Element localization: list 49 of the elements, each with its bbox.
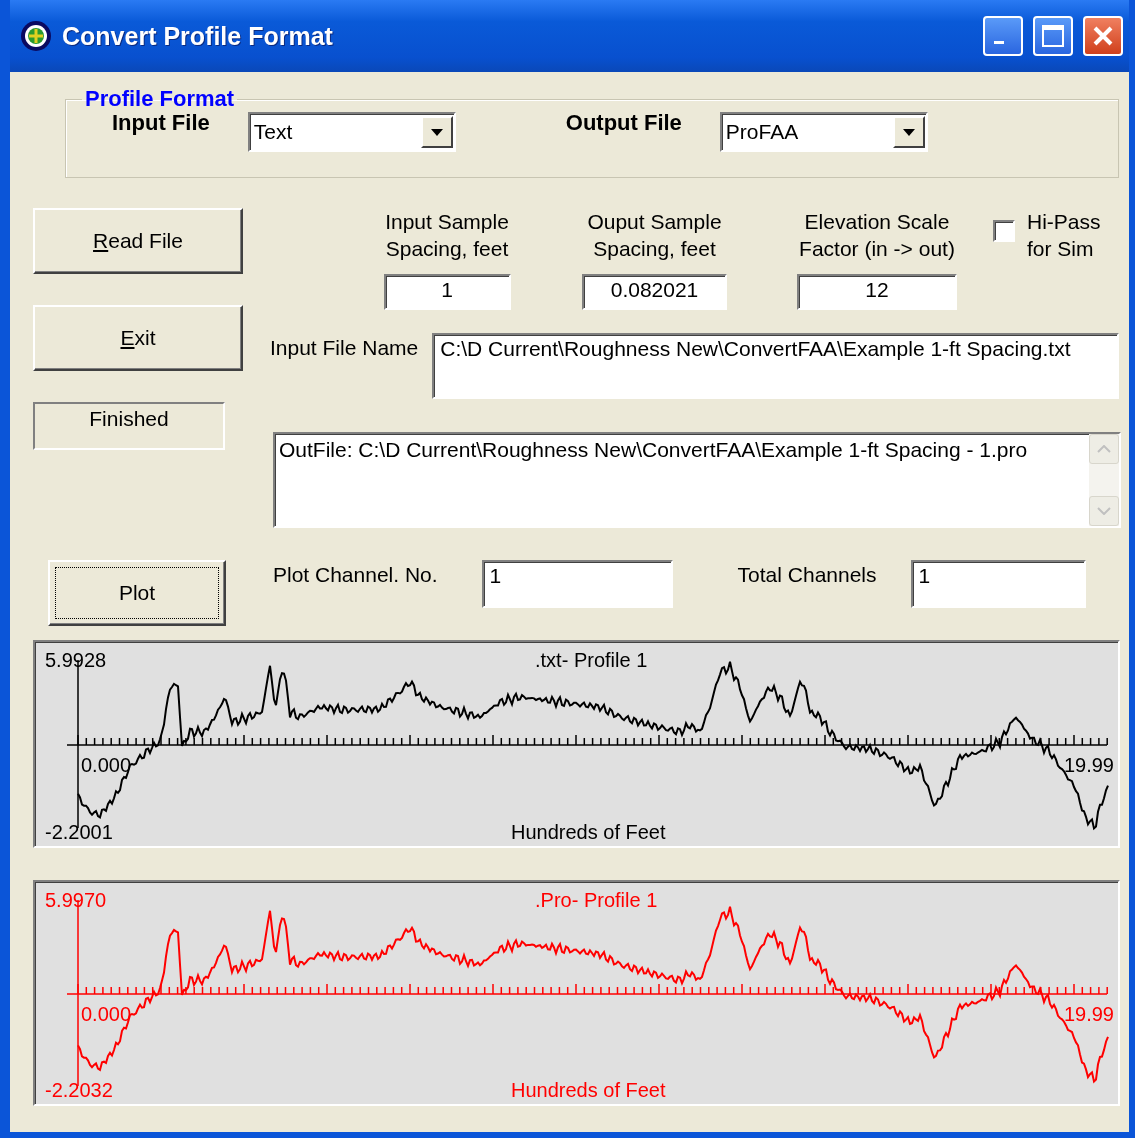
field-label: Output File xyxy=(565,110,682,136)
field-label: Ouput Sample Spacing, feet xyxy=(587,209,722,262)
dialog-button[interactable]: Exit xyxy=(33,305,243,371)
minimize-icon xyxy=(994,40,1004,44)
channel-field[interactable]: 1 xyxy=(481,560,673,608)
field-label: Total Channels xyxy=(737,563,877,587)
close-icon xyxy=(1092,25,1114,47)
plot-button[interactable]: Plot xyxy=(48,560,226,626)
status-field: Finished xyxy=(33,402,225,450)
axis-value: -2.2032 xyxy=(45,1080,113,1100)
plot-title: .Pro- Profile 1 xyxy=(535,890,658,910)
total-channels-field[interactable]: 1 xyxy=(910,560,1086,608)
output-format-dropdown[interactable]: ProFAA xyxy=(719,112,928,152)
axis-value: 5.9970 xyxy=(45,890,107,910)
output-log-field[interactable]: OutFile: C:\D Current\Roughness New\ConvertFAA\Example 1-ft Spacing - 1.pro xyxy=(273,432,1121,528)
maximize-button[interactable] xyxy=(1033,16,1073,56)
field-label: Input File Name xyxy=(270,336,419,360)
file-name-field[interactable]: C:\D Current\Roughness New\ConvertFAA\Example 1-ft Spacing.txt xyxy=(432,333,1120,399)
checkbox[interactable] xyxy=(993,220,1015,242)
close-button[interactable] xyxy=(1083,16,1123,56)
number-field[interactable]: 12 xyxy=(797,274,957,310)
minimize-button[interactable] xyxy=(983,16,1023,56)
axis-value: 0.000 xyxy=(81,1004,132,1024)
field-label: Input File xyxy=(112,110,210,136)
window-title: Convert Profile Format xyxy=(62,21,334,51)
field-label: Elevation Scale Factor (in -> out) xyxy=(799,209,955,262)
app-icon xyxy=(20,20,52,52)
input-format-dropdown[interactable]: Text xyxy=(247,112,456,152)
axis-value: 5.9928 xyxy=(45,650,107,670)
field-label: Plot Channel. No. xyxy=(273,563,438,587)
dropdown-arrow-icon xyxy=(902,128,915,136)
maximize-icon xyxy=(1041,24,1065,48)
checkbox-label: Hi-Pass for Sim xyxy=(1027,209,1101,262)
plot-title: .txt- Profile 1 xyxy=(535,650,648,670)
axis-value: 19.99 xyxy=(1063,1004,1114,1024)
scrollbar[interactable] xyxy=(1089,434,1119,526)
axis-value: 0.000 xyxy=(81,755,132,775)
axis-label: Hundreds of Feet xyxy=(511,1080,666,1100)
scroll-up-icon xyxy=(1097,445,1111,453)
number-field[interactable]: 1 xyxy=(383,274,511,310)
dialog-button[interactable]: Read File xyxy=(33,208,243,274)
axis-value: -2.2001 xyxy=(45,822,113,842)
number-field[interactable]: 0.082021 xyxy=(582,274,727,310)
axis-label: Hundreds of Feet xyxy=(511,822,666,842)
field-label: Input Sample Spacing, feet xyxy=(385,209,509,262)
axis-value: 19.99 xyxy=(1063,755,1114,775)
scroll-down-icon xyxy=(1097,507,1111,515)
group-title: Profile Format xyxy=(84,86,236,112)
dropdown-arrow-icon xyxy=(430,128,443,136)
